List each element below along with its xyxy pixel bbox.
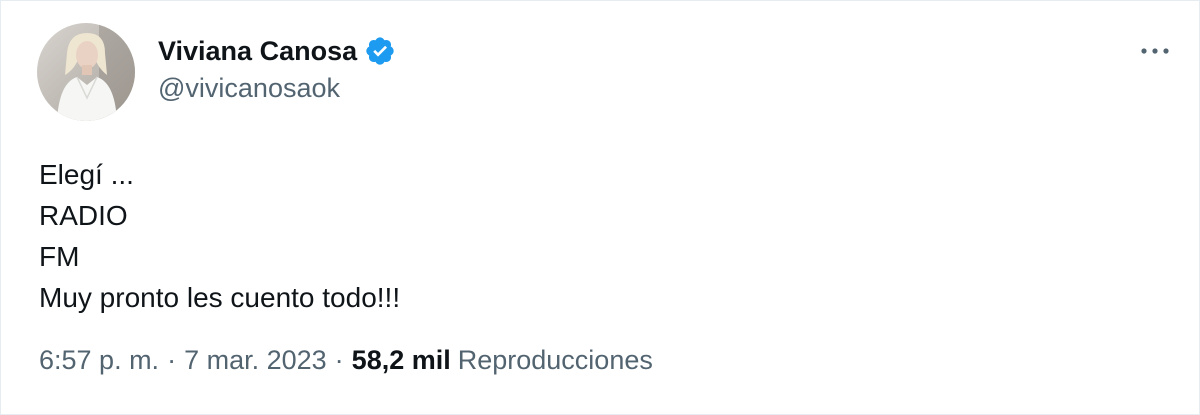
tweet-text: Elegí ... RADIO FM Muy pronto les cuento… bbox=[39, 154, 400, 318]
avatar-image bbox=[37, 23, 135, 121]
tweet-meta: 6:57 p. m. · 7 mar. 2023 · 58,2 mil Repr… bbox=[39, 345, 653, 376]
verified-badge-icon[interactable] bbox=[364, 35, 396, 67]
avatar[interactable] bbox=[37, 23, 135, 121]
tweet-date[interactable]: 7 mar. 2023 bbox=[184, 345, 327, 376]
tweet-text-line: Muy pronto les cuento todo!!! bbox=[39, 282, 401, 313]
author-display-name[interactable]: Viviana Canosa bbox=[158, 36, 357, 67]
tweet-text-line: Elegí ... bbox=[39, 159, 134, 190]
author-handle[interactable]: @vivicanosaok bbox=[158, 73, 340, 104]
meta-separator: · bbox=[334, 345, 344, 375]
meta-separator: · bbox=[167, 345, 177, 375]
more-horizontal-icon bbox=[1141, 48, 1169, 54]
views-count[interactable]: 58,2 mil bbox=[352, 345, 451, 376]
tweet-card: Viviana Canosa @vivicanosaok Elegí ... R… bbox=[0, 0, 1200, 415]
tweet-time[interactable]: 6:57 p. m. bbox=[39, 345, 159, 376]
more-options-button[interactable] bbox=[1133, 35, 1177, 67]
tweet-text-line: FM bbox=[39, 241, 80, 272]
views-label[interactable]: Reproducciones bbox=[458, 345, 653, 376]
author-name-row: Viviana Canosa bbox=[158, 31, 396, 71]
tweet-text-line: RADIO bbox=[39, 200, 128, 231]
